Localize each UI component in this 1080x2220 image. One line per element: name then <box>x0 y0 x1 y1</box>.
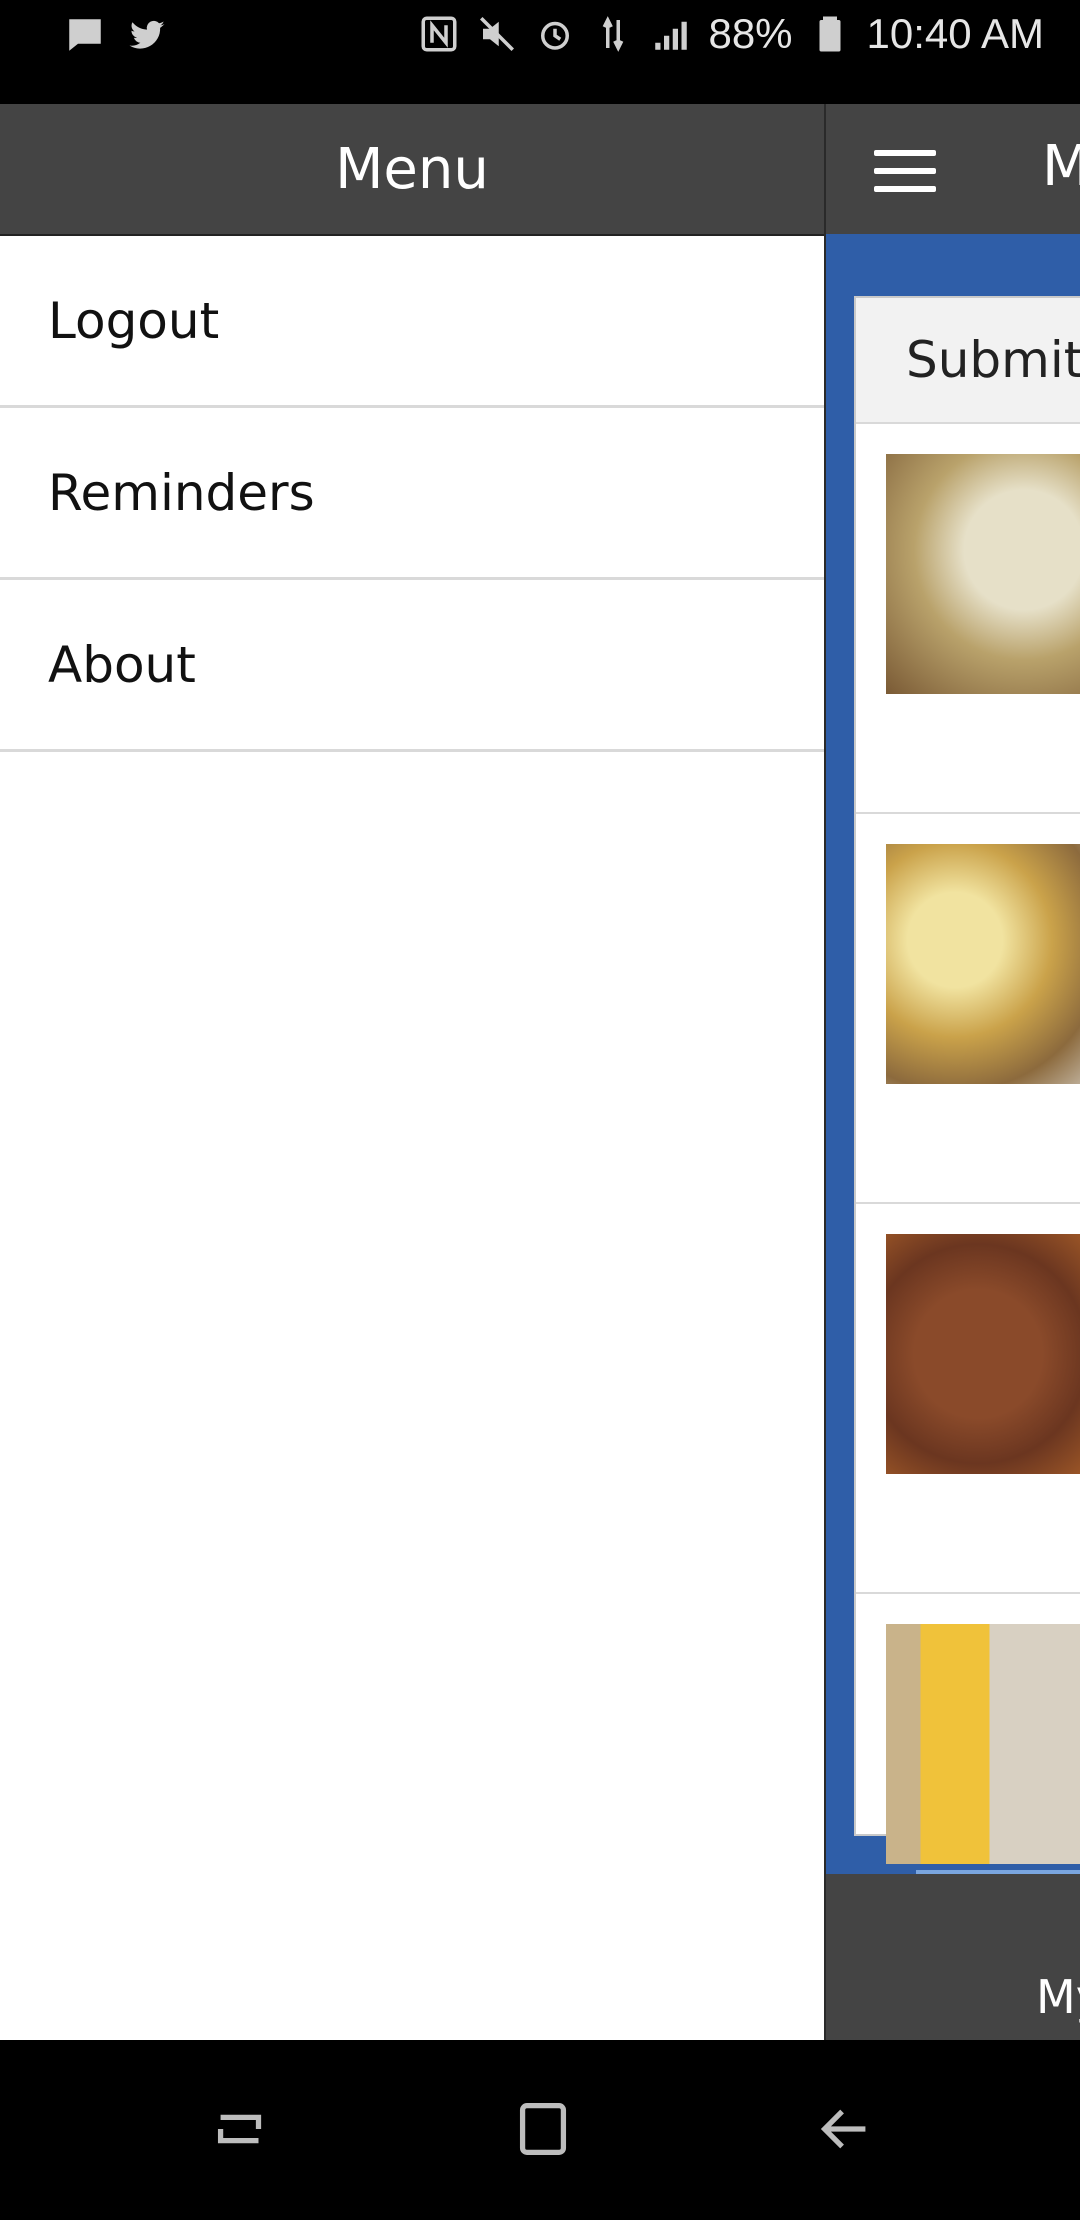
drawer-item-about[interactable]: About <box>0 580 824 752</box>
nfc-icon <box>421 16 457 52</box>
system-navigation-bar <box>0 2040 1080 2220</box>
app-toolbar: M <box>826 104 1080 234</box>
list-item[interactable] <box>856 1204 1080 1594</box>
home-icon[interactable] <box>508 2094 578 2164</box>
navigation-drawer: Menu Logout Reminders About <box>0 104 824 2040</box>
list-item[interactable] <box>856 814 1080 1204</box>
card-header: Submitt <box>856 298 1080 424</box>
bottom-tab-bar: My <box>826 1874 1080 2040</box>
mute-icon <box>480 17 515 51</box>
list-item[interactable] <box>856 424 1080 814</box>
status-bar: 88% 10:40 AM <box>0 0 1080 104</box>
background-app: M Submitt My <box>824 104 1080 2040</box>
4g-lte-icon <box>603 16 624 52</box>
back-icon[interactable] <box>810 2094 880 2164</box>
app-title: M <box>1042 134 1080 199</box>
twitter-icon <box>129 20 165 49</box>
food-photo <box>886 454 1080 694</box>
clock: 10:40 AM <box>866 10 1044 57</box>
message-icon <box>69 19 101 51</box>
drawer-item-reminders[interactable]: Reminders <box>0 408 824 580</box>
food-photo <box>886 1624 1080 1864</box>
tab-my[interactable]: My <box>1036 1970 1080 2024</box>
food-photo <box>886 844 1080 1084</box>
drawer-title: Menu <box>335 136 489 202</box>
drawer-item-logout[interactable]: Logout <box>0 236 824 408</box>
submissions-card: Submitt <box>854 296 1080 1984</box>
food-photo <box>886 1234 1080 1474</box>
recent-apps-icon[interactable] <box>206 2094 276 2164</box>
signal-icon <box>655 21 688 50</box>
battery-icon <box>819 16 841 52</box>
alarm-icon <box>541 21 570 50</box>
drawer-header: Menu <box>0 104 824 236</box>
hamburger-menu-icon[interactable] <box>874 150 936 192</box>
battery-percent: 88% <box>708 10 793 57</box>
